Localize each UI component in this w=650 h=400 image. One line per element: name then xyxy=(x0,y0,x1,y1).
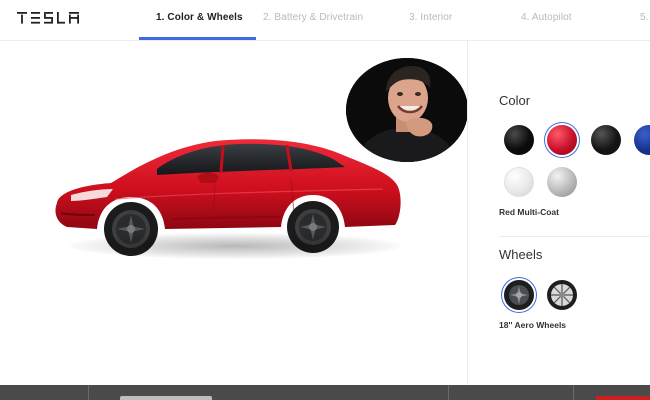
active-step-indicator xyxy=(139,37,256,40)
step-five[interactable]: 5. xyxy=(640,12,649,23)
color-swatch-midnight-silver[interactable] xyxy=(591,125,621,155)
wheel-option-aero[interactable] xyxy=(504,280,534,310)
wheels-section-title: Wheels xyxy=(499,247,543,262)
step-battery-drivetrain[interactable]: 2. Battery & Drivetrain xyxy=(263,12,363,23)
color-swatch-black[interactable] xyxy=(504,125,534,155)
car-image xyxy=(45,125,415,265)
step-color-wheels[interactable]: 1. Color & Wheels xyxy=(156,12,243,23)
step-interior[interactable]: 3. Interior xyxy=(409,12,452,23)
selected-wheel-label: 18'' Aero Wheels xyxy=(499,320,567,330)
bottom-bar-action[interactable] xyxy=(596,396,650,400)
bottom-bar xyxy=(0,385,650,400)
configurator-steps: 1. Color & Wheels 2. Battery & Drivetrai… xyxy=(0,0,650,40)
color-swatch-silver[interactable] xyxy=(547,167,577,197)
color-section-title: Color xyxy=(499,93,531,108)
aero-wheel-icon xyxy=(504,280,534,310)
bottom-separator xyxy=(88,385,89,400)
wheel-option-sport[interactable] xyxy=(547,280,577,310)
bottom-separator xyxy=(573,385,574,400)
color-swatch-pearl-white[interactable] xyxy=(504,167,534,197)
sport-wheel-icon xyxy=(547,280,577,310)
step-autopilot[interactable]: 4. Autopilot xyxy=(521,12,572,23)
bottom-bar-control[interactable] xyxy=(120,396,212,400)
car-shadow xyxy=(70,233,400,259)
selected-color-label: Red Multi-Coat xyxy=(499,207,559,217)
color-swatch-red[interactable] xyxy=(547,125,577,155)
presenter-portrait xyxy=(346,58,468,162)
section-divider xyxy=(499,236,650,237)
top-nav: 1. Color & Wheels 2. Battery & Drivetrai… xyxy=(0,0,650,41)
bottom-separator xyxy=(448,385,449,400)
